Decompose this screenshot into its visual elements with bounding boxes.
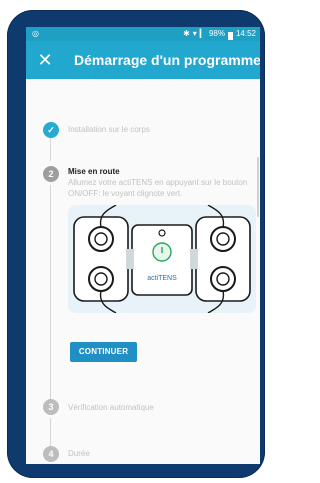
- phone-screen: ◎ ✱ ▾ ▎ 98% 14:52 ✕ Démarrage d'un progr…: [26, 27, 260, 464]
- scrollbar[interactable]: [257, 157, 259, 217]
- step-2-number: 2: [43, 166, 59, 182]
- notification-icon: ◎: [32, 29, 39, 38]
- bluetooth-icon: ✱: [183, 29, 190, 38]
- status-bar: ◎ ✱ ▾ ▎ 98% 14:52: [26, 27, 260, 41]
- phone-frame: ◎ ✱ ▾ ▎ 98% 14:52 ✕ Démarrage d'un progr…: [7, 10, 265, 478]
- signal-icon: ▎: [199, 29, 206, 38]
- device-brand-text: actiTENS: [147, 275, 177, 282]
- step-4-label[interactable]: Durée: [68, 449, 90, 458]
- step-3-number: 3: [43, 399, 59, 415]
- step-1-check-icon: ✓: [43, 122, 59, 138]
- step-2-label[interactable]: Mise en route: [68, 167, 120, 176]
- step-3-label[interactable]: Vérification automatique: [68, 403, 154, 412]
- step-4-number: 4: [43, 446, 59, 462]
- battery-icon: [227, 31, 233, 40]
- step-connector: [50, 418, 51, 448]
- page-title: Démarrage d'un programme: [74, 52, 260, 68]
- actitens-device-drawing: actiTENS: [73, 204, 251, 314]
- continue-button[interactable]: CONTINUER: [70, 342, 137, 362]
- step-1-label[interactable]: Installation sur le corps: [68, 125, 150, 134]
- close-icon[interactable]: ✕: [34, 49, 56, 71]
- step-connector: [50, 185, 51, 409]
- stepper: ✓ Installation sur le corps 2 Mise en ro…: [26, 79, 260, 464]
- status-right: ✱ ▾ ▎ 98% 14:52: [183, 27, 256, 41]
- wifi-icon: ▾: [192, 29, 197, 38]
- battery-percent: 98%: [208, 29, 225, 38]
- step-2-description: Allumez votre actiTENS en appuyant sur l…: [68, 178, 248, 198]
- clock: 14:52: [235, 29, 256, 38]
- app-bar: ✕ Démarrage d'un programme: [26, 41, 260, 79]
- device-illustration: actiTENS: [68, 204, 256, 314]
